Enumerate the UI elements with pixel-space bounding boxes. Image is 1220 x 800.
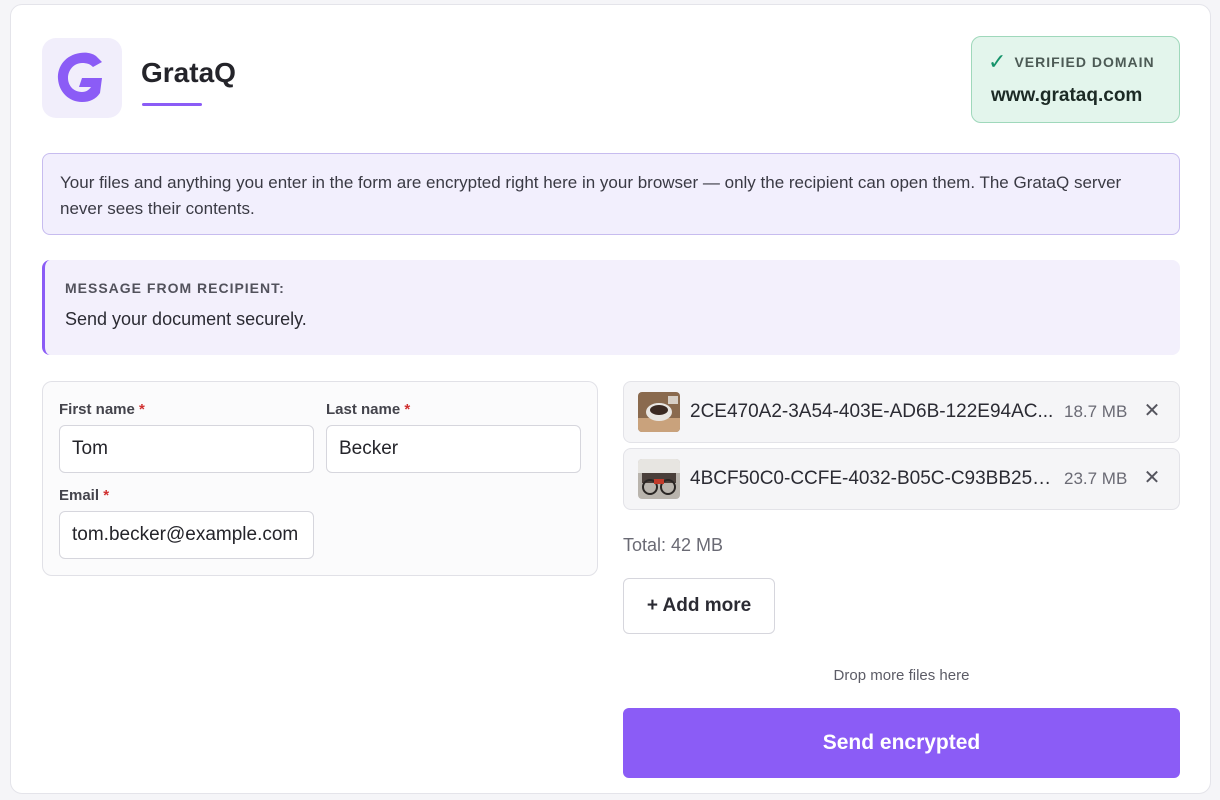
coffee-photo-thumbnail — [638, 392, 680, 432]
email-label-text: Email — [59, 487, 100, 504]
logo-g-icon — [57, 52, 102, 102]
email-input[interactable] — [59, 511, 314, 559]
recipient-message-label: MESSAGE FROM RECIPIENT: — [65, 280, 285, 296]
upload-card: GrataQ ✓ VERIFIED DOMAIN www.grataq.com … — [10, 4, 1211, 794]
required-mark: * — [103, 487, 110, 504]
sender-form: First name * Last name * Email * — [42, 381, 598, 576]
recipient-message: MESSAGE FROM RECIPIENT: Send your docume… — [42, 260, 1180, 355]
last-name-input[interactable] — [326, 425, 581, 473]
file-size: 18.7 MB — [1064, 402, 1128, 421]
encryption-notice: Your files and anything you enter in the… — [42, 153, 1180, 235]
send-encrypted-button[interactable]: Send encrypted — [623, 708, 1180, 778]
first-name-label: First name * — [59, 401, 145, 418]
verified-label: VERIFIED DOMAIN — [1014, 54, 1155, 70]
remove-file-icon[interactable]: ✕ — [1140, 464, 1164, 492]
verified-domain: www.grataq.com — [991, 85, 1143, 106]
last-name-label-text: Last name — [326, 401, 401, 418]
grataq-logo — [42, 38, 122, 118]
file-name: 4BCF50C0-CCFE-4032-B05C-C93BB253... — [690, 468, 1055, 489]
required-mark: * — [139, 401, 145, 418]
check-icon: ✓ — [988, 49, 1007, 74]
first-name-label-text: First name — [59, 401, 135, 418]
file-name: 2CE470A2-3A54-403E-AD6B-122E94AC... — [690, 401, 1054, 422]
bicycles-photo-thumbnail — [638, 459, 680, 499]
file-size: 23.7 MB — [1064, 469, 1128, 488]
remove-file-icon[interactable]: ✕ — [1140, 397, 1164, 425]
recipient-message-text: Send your document securely. — [65, 309, 307, 329]
verified-domain-badge: ✓ VERIFIED DOMAIN www.grataq.com — [971, 36, 1180, 123]
total-size: Total: 42 MB — [623, 535, 724, 555]
add-more-button[interactable]: + Add more — [623, 578, 775, 634]
drop-zone-hint[interactable]: Drop more files here — [623, 667, 1180, 684]
email-label: Email * — [59, 487, 109, 504]
last-name-label: Last name * — [326, 401, 410, 418]
brand-underline — [142, 103, 202, 106]
first-name-input[interactable] — [59, 425, 314, 473]
file-item: 4BCF50C0-CCFE-4032-B05C-C93BB253... 23.7… — [623, 448, 1180, 510]
file-item: 2CE470A2-3A54-403E-AD6B-122E94AC... 18.7… — [623, 381, 1180, 443]
required-mark: * — [404, 401, 411, 418]
brand-name: GrataQ — [141, 57, 236, 88]
